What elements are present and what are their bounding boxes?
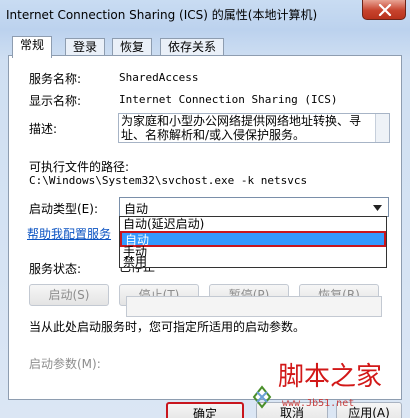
close-button[interactable] xyxy=(362,0,406,20)
window-title: Internet Connection Sharing (ICS) 的属性(本地… xyxy=(6,8,318,22)
display-name-value: Internet Connection Sharing (ICS) xyxy=(119,93,338,106)
ok-button[interactable]: 确定 xyxy=(166,402,244,418)
site-logo-icon xyxy=(252,385,272,409)
start-params-input[interactable] xyxy=(126,296,382,317)
description-box[interactable]: 为家庭和小型办公网络提供网络地址转换、寻址、名称解析和/或入侵保护服务。 xyxy=(118,113,390,143)
description-label: 描述: xyxy=(29,122,58,136)
tab-general[interactable]: 常规 xyxy=(12,36,52,58)
startup-option-disabled[interactable]: 禁用 xyxy=(123,256,147,268)
start-button[interactable]: 启动(S) xyxy=(29,284,109,306)
exe-path-value: C:\Windows\System32\svchost.exe -k netsv… xyxy=(29,174,308,187)
service-name-value: SharedAccess xyxy=(119,71,199,84)
start-params-label: 启动参数(M): xyxy=(29,357,101,371)
help-configure-link[interactable]: 帮助我配置服务 xyxy=(27,225,111,242)
description-scrollbar[interactable] xyxy=(375,114,389,142)
watermark-url: www.Jb51.net xyxy=(282,398,355,409)
startup-type-label: 启动类型(E): xyxy=(29,202,98,216)
properties-window: Internet Connection Sharing (ICS) 的属性(本地… xyxy=(0,0,410,418)
description-text: 为家庭和小型办公网络提供网络地址转换、寻址、名称解析和/或入侵保护服务。 xyxy=(121,114,362,142)
startup-type-dropdown: 自动(延迟启动) 自动 手动 禁用 xyxy=(119,216,387,268)
startup-type-select[interactable]: 自动 xyxy=(119,197,389,217)
watermark-text: 脚本之家 xyxy=(278,362,383,392)
startup-type-value: 自动 xyxy=(124,202,149,216)
display-name-label: 显示名称: xyxy=(29,94,82,108)
general-panel: 服务名称: SharedAccess 显示名称: Internet Connec… xyxy=(8,55,402,400)
service-name-label: 服务名称: xyxy=(29,72,82,86)
startup-option-auto-delayed[interactable]: 自动(延迟启动) xyxy=(123,218,204,230)
exe-path-label: 可执行文件的路径: xyxy=(29,160,130,174)
startup-option-auto[interactable]: 自动 xyxy=(120,231,386,247)
start-params-hint: 当从此处启动服务时，您可指定所适用的启动参数。 xyxy=(29,320,306,334)
chevron-down-icon xyxy=(373,205,382,211)
service-status-label: 服务状态: xyxy=(29,262,82,276)
close-icon xyxy=(378,4,392,16)
